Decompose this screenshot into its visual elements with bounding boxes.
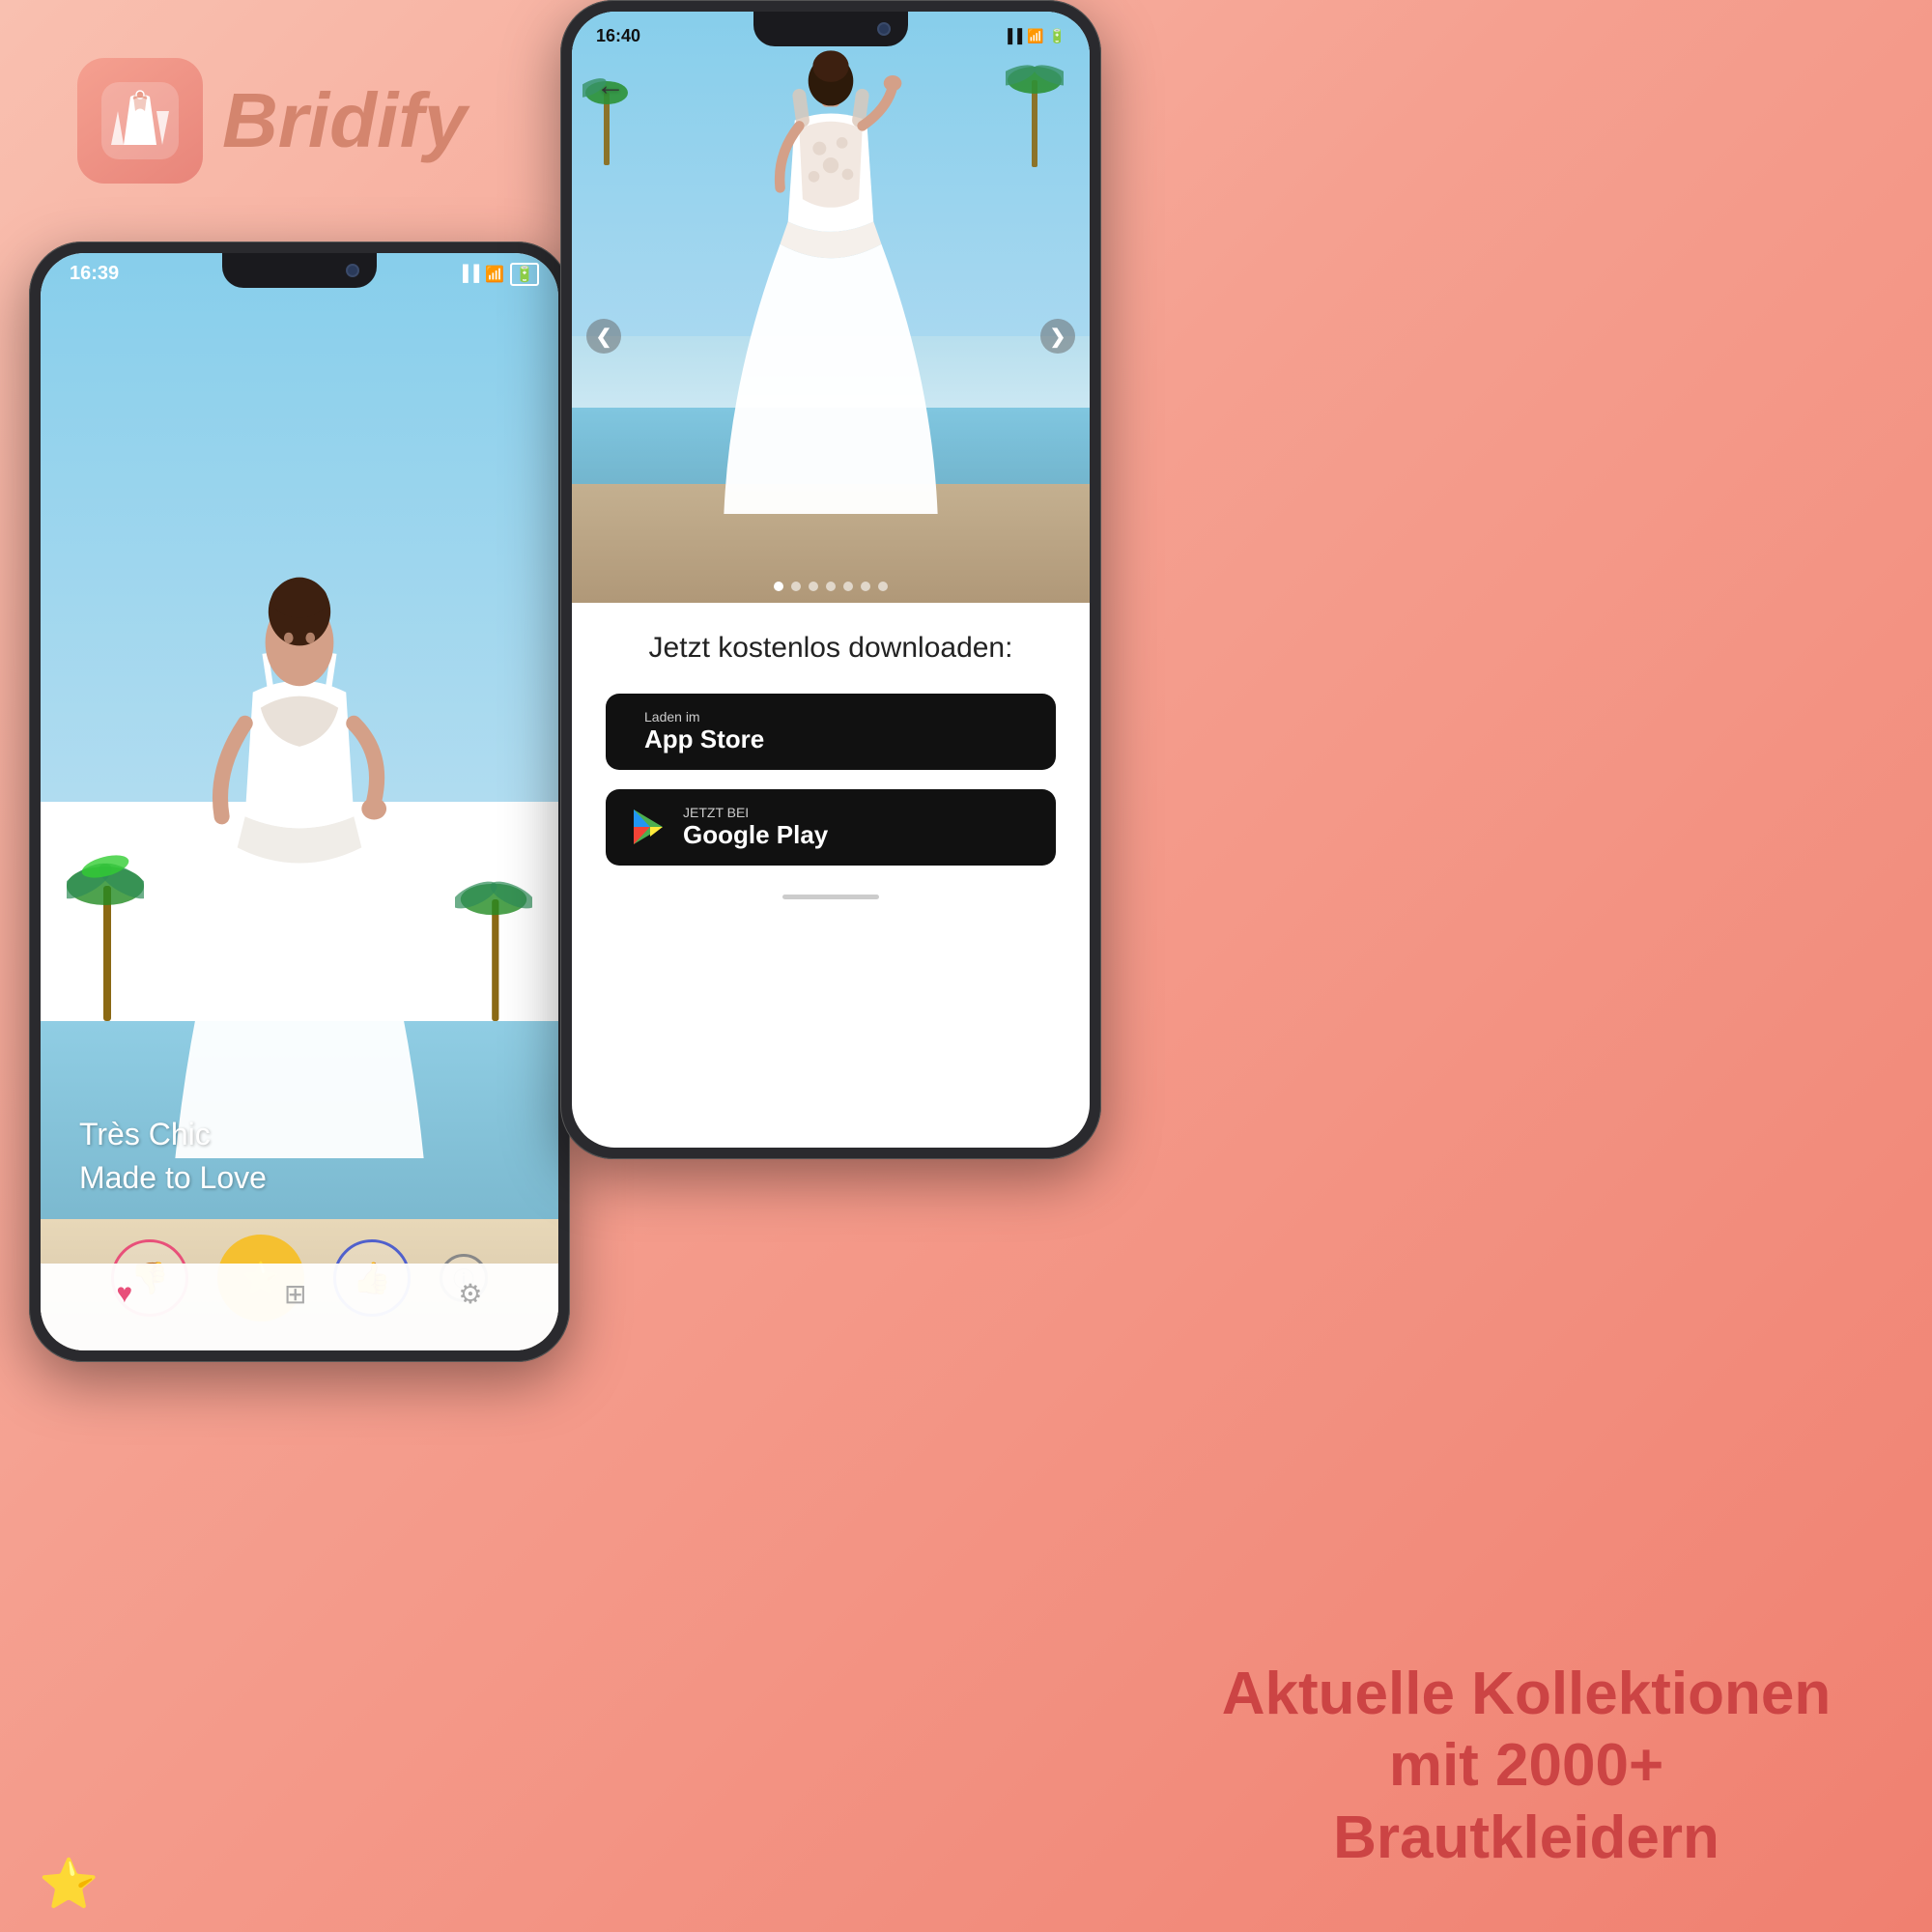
- palm-left: [67, 828, 144, 1021]
- app-icon-svg: [97, 77, 184, 164]
- status-icons-right: ▐▐ 📶 🔋: [1003, 28, 1065, 44]
- right-nav-arrow[interactable]: ❯: [1040, 319, 1075, 354]
- app-icon: [77, 58, 203, 184]
- phone-right-screen: 16:40 ▐▐ 📶 🔋 ←: [572, 12, 1090, 1148]
- bottom-nav: ♥ ⊞ ⚙: [41, 1264, 558, 1350]
- notch-right: [753, 12, 908, 46]
- dot-5: [861, 582, 870, 591]
- phone-right-content: 16:40 ▐▐ 📶 🔋 ←: [572, 12, 1090, 1148]
- time-left: 16:39: [70, 263, 119, 285]
- image-dots: [774, 582, 888, 591]
- overlay-text: Très Chic Made to Love: [79, 1117, 267, 1196]
- back-button[interactable]: ←: [596, 70, 625, 102]
- google-play-label-small: JETZT BEI: [683, 805, 828, 820]
- nav-grid[interactable]: ⊞: [284, 1278, 306, 1310]
- download-section: Jetzt kostenlos downloaden: Laden im App…: [572, 603, 1090, 1148]
- app-store-button[interactable]: Laden im App Store: [606, 694, 1056, 770]
- headline-line1: Aktuelle Kollektionen: [1198, 1659, 1855, 1730]
- time-right: 16:40: [596, 26, 640, 46]
- google-play-text: JETZT BEI Google Play: [683, 805, 828, 850]
- camera-left: [346, 264, 359, 277]
- phone-left: 16:39 ▐▐ 📶 🔋: [29, 242, 570, 1362]
- dot-6: [878, 582, 888, 591]
- app-store-text: Laden im App Store: [644, 709, 764, 754]
- download-title: Jetzt kostenlos downloaden:: [649, 632, 1013, 665]
- home-indicator: [782, 895, 879, 899]
- phone-left-screen: 16:39 ▐▐ 📶 🔋: [41, 253, 558, 1350]
- app-store-label-small: Laden im: [644, 709, 764, 724]
- bottom-text: Aktuelle Kollektionen mit 2000+ Brautkle…: [1198, 1659, 1855, 1874]
- phone-right-frame: 16:40 ▐▐ 📶 🔋 ←: [560, 0, 1101, 1159]
- dot-0: [774, 582, 783, 591]
- app-store-label-big: App Store: [644, 724, 764, 754]
- logo-area: Bridify: [77, 58, 467, 184]
- headline-line2: mit 2000+ Brautkleidern: [1198, 1730, 1855, 1874]
- palm-right-phone: [1006, 42, 1064, 167]
- google-play-label-big: Google Play: [683, 820, 828, 850]
- dot-2: [809, 582, 818, 591]
- star-decoration: ⭐: [39, 1856, 99, 1913]
- status-icons-left: ▐▐ 📶 🔋: [457, 263, 539, 286]
- phone-left-frame: 16:39 ▐▐ 📶 🔋: [29, 242, 570, 1362]
- dress-tagline: Made to Love: [79, 1160, 267, 1196]
- camera-right: [877, 22, 891, 36]
- notch-left: [222, 253, 377, 288]
- nav-settings[interactable]: ⚙: [458, 1278, 482, 1310]
- woman-right: [663, 42, 999, 514]
- left-nav-arrow[interactable]: ❮: [586, 319, 621, 354]
- right-scene: [572, 12, 1090, 603]
- right-dress-image: 16:40 ▐▐ 📶 🔋 ←: [572, 12, 1090, 603]
- dot-1: [791, 582, 801, 591]
- phone-right: 16:40 ▐▐ 📶 🔋 ←: [560, 0, 1101, 1159]
- dress-name: Très Chic: [79, 1117, 267, 1152]
- google-play-icon: [629, 808, 668, 846]
- palm-right: [455, 847, 532, 1021]
- dot-3: [826, 582, 836, 591]
- brand-name: Bridify: [222, 76, 467, 165]
- nav-heart[interactable]: ♥: [116, 1278, 132, 1309]
- google-play-button[interactable]: JETZT BEI Google Play: [606, 789, 1056, 866]
- dot-4: [843, 582, 853, 591]
- left-dress-scene: Très Chic Made to Love 👎 ⭐ 👍 ⓘ ♥ ⊞ ⚙: [41, 253, 558, 1350]
